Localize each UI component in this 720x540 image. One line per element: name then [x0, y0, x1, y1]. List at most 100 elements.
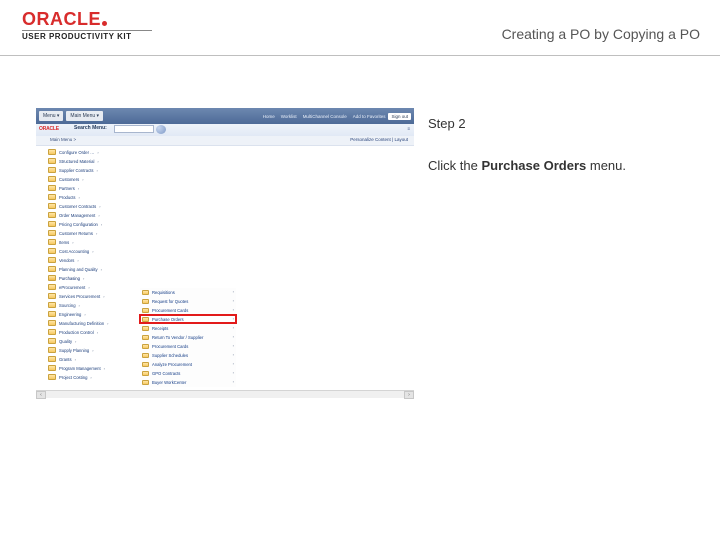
- submenu-item[interactable]: Procurement Cards ›: [140, 306, 236, 314]
- tree-item[interactable]: Manufacturing Definition›: [48, 319, 109, 327]
- submenu-item[interactable]: Receipts›: [140, 324, 236, 332]
- chevron-right-icon: ›: [99, 204, 100, 209]
- chevron-right-icon: ›: [101, 267, 102, 272]
- chevron-right-icon: ›: [233, 352, 234, 357]
- search-label: Search Menu:: [74, 125, 107, 131]
- submenu-item[interactable]: Requisitions›: [140, 288, 236, 296]
- tree-item[interactable]: Production Control›: [48, 328, 109, 336]
- tree-item[interactable]: Structured Material›: [48, 157, 109, 165]
- folder-icon: [48, 221, 56, 227]
- tree-item[interactable]: Partners›: [48, 184, 109, 192]
- collapse-icon[interactable]: ≡: [407, 126, 410, 131]
- folder-icon: [48, 293, 56, 299]
- folder-icon: [48, 275, 56, 281]
- chevron-right-icon: ›: [92, 348, 93, 353]
- brand-block: ORACLE USER PRODUCTIVITY KIT: [22, 10, 152, 41]
- tree-item[interactable]: Grants›: [48, 355, 109, 363]
- submenu-item-label: GPO Contracts: [152, 371, 180, 376]
- folder-icon: [48, 176, 56, 182]
- instruction-before: Click the: [428, 158, 481, 173]
- tree-item[interactable]: Cost Accounting›: [48, 247, 109, 255]
- chevron-right-icon: ›: [72, 240, 73, 245]
- tree-item[interactable]: Project Costing›: [48, 373, 109, 381]
- tree-item[interactable]: Planning and Quality›: [48, 265, 109, 273]
- tree-item[interactable]: Products›: [48, 193, 109, 201]
- tree-item-label: Order Management: [59, 213, 95, 218]
- tree-item[interactable]: Quality›: [48, 337, 109, 345]
- horizontal-scrollbar[interactable]: ‹ ›: [36, 390, 414, 398]
- folder-icon: [142, 335, 149, 340]
- folder-icon: [48, 158, 56, 164]
- tree-item[interactable]: Order Management›: [48, 211, 109, 219]
- nav-tree: Configure Order …›Structured Material›Su…: [48, 148, 109, 382]
- tree-item[interactable]: Customer Returns›: [48, 229, 109, 237]
- instruction-panel: Step 2 Click the Purchase Orders menu.: [428, 114, 698, 175]
- tree-item[interactable]: Vendors›: [48, 256, 109, 264]
- chevron-right-icon: ›: [96, 231, 97, 236]
- pane-subhead: Main Menu > Personalize Content | Layout: [36, 136, 414, 146]
- submenu-item[interactable]: Supplier Schedules›: [140, 351, 236, 359]
- chevron-right-icon: ›: [79, 195, 80, 200]
- menu-dropdown[interactable]: Menu ▾: [39, 111, 63, 121]
- app-topbar: Menu ▾ Main Menu ▾ Home Worklist MultiCh…: [36, 108, 414, 124]
- submenu-item[interactable]: GPO Contracts ›: [140, 369, 236, 377]
- chevron-right-icon: ›: [92, 249, 93, 254]
- tree-item-label: Services Procurement: [59, 294, 100, 299]
- tree-item[interactable]: Customers›: [48, 175, 109, 183]
- search-go-icon[interactable]: [156, 125, 166, 134]
- brand-sub: USER PRODUCTIVITY KIT: [22, 32, 152, 41]
- tree-item-label: Manufacturing Definition: [59, 321, 104, 326]
- submenu-item-purchase-orders[interactable]: Purchase Orders›: [140, 315, 236, 323]
- chevron-right-icon: ›: [233, 325, 234, 330]
- folder-icon: [48, 266, 56, 272]
- submenu-item[interactable]: Analyze Procurement›: [140, 360, 236, 368]
- scroll-right-icon[interactable]: ›: [404, 391, 414, 399]
- signout-button[interactable]: Sign out: [388, 113, 411, 120]
- nav-favorites[interactable]: Add to Favorites: [353, 114, 386, 119]
- tree-item[interactable]: Supply Planning›: [48, 346, 109, 354]
- tree-item-label: Purchasing: [59, 276, 80, 281]
- chevron-right-icon: ›: [233, 307, 234, 312]
- tree-item[interactable]: Program Management›: [48, 364, 109, 372]
- tree-item-label: Supply Planning: [59, 348, 89, 353]
- personalize-link[interactable]: Personalize Content | Layout: [350, 137, 408, 142]
- tree-item[interactable]: Supplier Contracts›: [48, 166, 109, 174]
- submenu-item[interactable]: Return To Vendor / Supplier›: [140, 333, 236, 341]
- chevron-right-icon: ›: [233, 379, 234, 384]
- chevron-right-icon: ›: [233, 343, 234, 348]
- folder-icon: [48, 185, 56, 191]
- folder-icon: [142, 308, 149, 313]
- tree-item[interactable]: Sourcing›: [48, 301, 109, 309]
- search-input[interactable]: [114, 125, 154, 133]
- tree-item[interactable]: Services Procurement›: [48, 292, 109, 300]
- chevron-right-icon: ›: [233, 370, 234, 375]
- main-area: Step 2 Click the Purchase Orders menu. M…: [0, 56, 720, 540]
- tree-item[interactable]: Purchasing›: [48, 274, 109, 282]
- tree-item[interactable]: eProcurement›: [48, 283, 109, 291]
- tree-item[interactable]: Configure Order …›: [48, 148, 109, 156]
- submenu-item[interactable]: Request for Quotes›: [140, 297, 236, 305]
- submenu-item-label: Requisitions: [152, 290, 175, 295]
- chevron-right-icon: ›: [103, 294, 104, 299]
- tree-item-label: Supplier Contracts: [59, 168, 93, 173]
- nav-worklist[interactable]: Worklist: [281, 114, 297, 119]
- tree-item[interactable]: Items›: [48, 238, 109, 246]
- submenu-item[interactable]: Buyer WorkCenter›: [140, 378, 236, 386]
- submenu-item-label: Procurement Cards: [152, 308, 188, 313]
- chevron-right-icon: ›: [79, 303, 80, 308]
- chevron-right-icon: ›: [84, 312, 85, 317]
- tree-item-label: Vendors: [59, 258, 74, 263]
- nav-console[interactable]: MultiChannel Console: [303, 114, 347, 119]
- tree-item-label: Customers: [59, 177, 79, 182]
- submenu-item[interactable]: Procurement Cards›: [140, 342, 236, 350]
- scroll-left-icon[interactable]: ‹: [36, 391, 46, 399]
- main-menu-dropdown[interactable]: Main Menu ▾: [66, 111, 103, 121]
- tree-item[interactable]: Pricing Configuration›: [48, 220, 109, 228]
- tree-item[interactable]: Engineering›: [48, 310, 109, 318]
- folder-icon: [48, 230, 56, 236]
- tree-item[interactable]: Customer Contracts›: [48, 202, 109, 210]
- folder-icon: [142, 353, 149, 358]
- chevron-right-icon: ›: [233, 334, 234, 339]
- embedded-screenshot: Menu ▾ Main Menu ▾ Home Worklist MultiCh…: [36, 108, 414, 398]
- nav-home[interactable]: Home: [263, 114, 275, 119]
